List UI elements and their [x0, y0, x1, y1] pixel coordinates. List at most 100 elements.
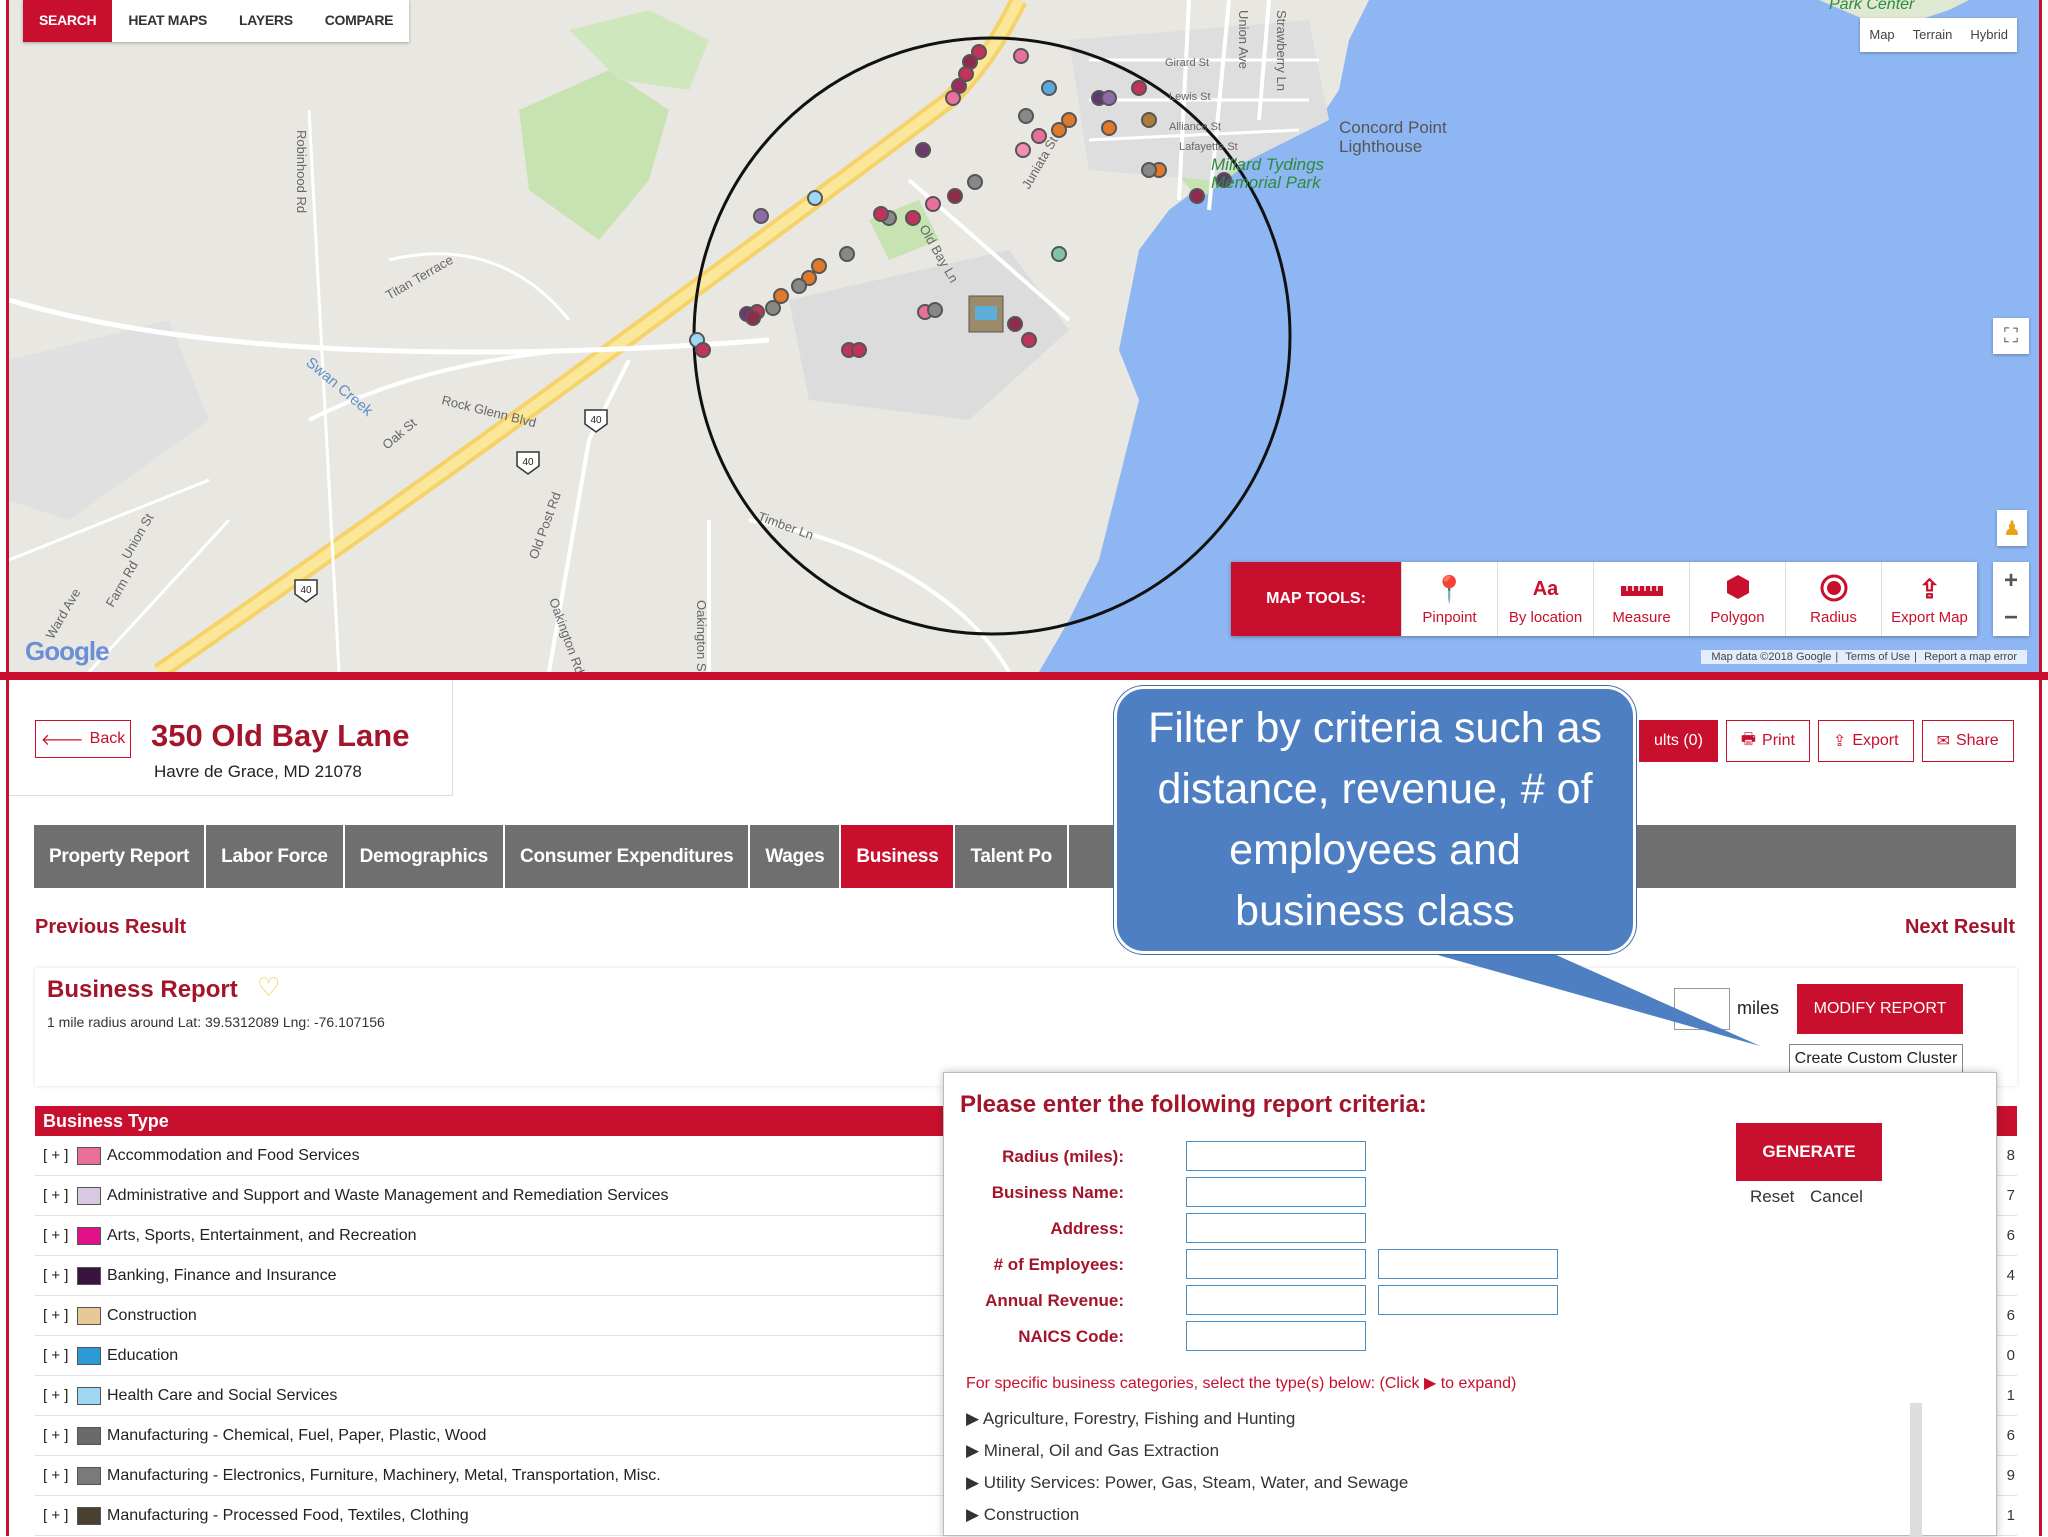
tool-radius[interactable]: Radius: [1785, 562, 1881, 636]
map-type-hybrid[interactable]: Hybrid: [1961, 18, 2017, 52]
field-label: Address:: [1050, 1219, 1124, 1238]
radius-input[interactable]: [1186, 1141, 1366, 1171]
radius-field: Radius (miles):: [944, 1141, 1644, 1177]
category-scrollbar[interactable]: [1910, 1403, 1922, 1537]
tool-polygon[interactable]: Polygon: [1689, 562, 1785, 636]
miles-input[interactable]: [1674, 988, 1730, 1030]
category-item[interactable]: ▶ Utility Services: Power, Gas, Steam, W…: [966, 1467, 1966, 1499]
expand-toggle[interactable]: [ + ]: [43, 1387, 77, 1404]
expand-toggle[interactable]: [ + ]: [43, 1187, 77, 1204]
tab-demographics[interactable]: Demographics: [345, 825, 506, 888]
tab-consumer-expenditures[interactable]: Consumer Expenditures: [505, 825, 751, 888]
svg-text:Alliance St: Alliance St: [1169, 121, 1221, 133]
business-type-label: Construction: [107, 1306, 197, 1324]
callout-bubble: Filter by criteria such as distance, rev…: [1114, 686, 1636, 954]
svg-text:Lewis St: Lewis St: [1169, 91, 1211, 103]
previous-result-link[interactable]: Previous Result: [35, 916, 186, 939]
generate-button[interactable]: GENERATE: [1736, 1123, 1882, 1181]
svg-text:Girard St: Girard St: [1165, 57, 1209, 69]
report-error-link[interactable]: Report a map error: [1924, 651, 2017, 663]
employees-max-input[interactable]: [1378, 1249, 1558, 1279]
print-label: Print: [1762, 732, 1795, 749]
expand-toggle[interactable]: [ + ]: [43, 1267, 77, 1284]
tab-heat-maps[interactable]: HEAT MAPS: [112, 0, 223, 42]
cancel-link[interactable]: Cancel: [1810, 1187, 1863, 1207]
fullscreen-icon[interactable]: ⛶: [1993, 318, 2029, 354]
tab-search[interactable]: SEARCH: [23, 0, 113, 42]
map-view[interactable]: 40 40 40 Timber Ln Rock Glenn Blvd Oak St …: [9, 0, 2039, 672]
category-item[interactable]: ▶ Mineral, Oil and Gas Extraction: [966, 1435, 1966, 1467]
back-label: Back: [89, 730, 126, 747]
row-count: 6: [2006, 1307, 2015, 1324]
svg-text:40: 40: [590, 415, 602, 426]
category-item[interactable]: ▶ Agriculture, Forestry, Fishing and Hun…: [966, 1403, 1966, 1435]
business-name-input[interactable]: [1186, 1177, 1366, 1207]
share-button[interactable]: ✉ Share: [1921, 720, 2014, 762]
naics-input[interactable]: [1186, 1321, 1366, 1351]
naics-field: NAICS Code:: [944, 1321, 1644, 1357]
expand-toggle[interactable]: [ + ]: [43, 1147, 77, 1164]
next-result-link[interactable]: Next Result: [1905, 916, 2015, 939]
zoom-out-icon[interactable]: −: [1993, 599, 2029, 636]
business-type-label: Health Care and Social Services: [107, 1386, 338, 1404]
tab-labor-force[interactable]: Labor Force: [206, 825, 345, 888]
expand-toggle[interactable]: [ + ]: [43, 1507, 77, 1524]
tab-compare[interactable]: COMPARE: [309, 0, 409, 42]
expand-toggle[interactable]: [ + ]: [43, 1227, 77, 1244]
tab-layers[interactable]: LAYERS: [223, 0, 309, 42]
tool-export-map[interactable]: ⇪ Export Map: [1881, 562, 1977, 636]
svg-text:Strawberry Ln: Strawberry Ln: [1274, 10, 1289, 91]
row-count: 8: [2006, 1147, 2015, 1164]
results-button[interactable]: ults (0): [1639, 720, 1718, 762]
export-button[interactable]: ⇪ Export: [1817, 720, 1914, 762]
color-swatch: [77, 1266, 101, 1285]
tab-wages[interactable]: Wages: [750, 825, 842, 888]
tab-property-report[interactable]: Property Report: [34, 825, 207, 888]
tab-talent-pool[interactable]: Talent Po: [955, 825, 1069, 888]
row-count: 4: [2006, 1267, 2015, 1284]
map-divider: [0, 672, 2048, 680]
color-swatch: [77, 1146, 101, 1165]
svg-text:40: 40: [300, 585, 312, 596]
field-label: Annual Revenue:: [985, 1291, 1124, 1310]
create-custom-cluster-button[interactable]: Create Custom Cluster: [1789, 1044, 1963, 1074]
print-button[interactable]: 🖶 Print: [1725, 720, 1810, 762]
tool-pinpoint[interactable]: 📍 Pinpoint: [1401, 562, 1497, 636]
row-count: 6: [2006, 1427, 2015, 1444]
expand-toggle[interactable]: [ + ]: [43, 1427, 77, 1444]
expand-toggle[interactable]: [ + ]: [43, 1307, 77, 1324]
heart-icon[interactable]: ♡: [257, 972, 280, 1003]
zoom-in-icon[interactable]: +: [1993, 562, 2029, 599]
svg-text:Union Ave: Union Ave: [1236, 10, 1251, 69]
map-tools-label: MAP TOOLS:: [1231, 562, 1401, 636]
expand-toggle[interactable]: [ + ]: [43, 1347, 77, 1364]
ruler-icon: [1620, 573, 1663, 605]
google-logo: Google: [25, 636, 110, 666]
property-address: 350 Old Bay Lane: [151, 718, 410, 753]
property-city-state: Havre de Grace, MD 21078: [154, 762, 362, 781]
back-button[interactable]: 🡐 Back: [35, 720, 131, 758]
expand-toggle[interactable]: [ + ]: [43, 1467, 77, 1484]
tool-by-location[interactable]: Aa By location: [1497, 562, 1593, 636]
business-type-label: Arts, Sports, Entertainment, and Recreat…: [107, 1226, 417, 1244]
row-count: 7: [2006, 1187, 2015, 1204]
tool-measure[interactable]: Measure: [1593, 562, 1689, 636]
tab-business[interactable]: Business: [841, 825, 956, 888]
category-item[interactable]: ▶ Construction: [966, 1499, 1966, 1531]
tool-label: Polygon: [1710, 608, 1765, 626]
row-count: 6: [2006, 1227, 2015, 1244]
modify-report-button[interactable]: MODIFY REPORT: [1797, 984, 1963, 1034]
terms-link[interactable]: Terms of Use: [1845, 651, 1910, 663]
revenue-min-input[interactable]: [1186, 1285, 1366, 1315]
hexagon-icon: [1724, 573, 1752, 605]
row-count: 1: [2006, 1387, 2015, 1404]
address-input[interactable]: [1186, 1213, 1366, 1243]
employees-min-input[interactable]: [1186, 1249, 1366, 1279]
revenue-max-input[interactable]: [1378, 1285, 1558, 1315]
street-view-pegman-icon[interactable]: ♟: [1997, 510, 2027, 546]
reset-link[interactable]: Reset: [1750, 1187, 1794, 1207]
miles-label: miles: [1737, 998, 1780, 1018]
business-type-label: Education: [107, 1346, 179, 1364]
map-type-terrain[interactable]: Terrain: [1904, 18, 1962, 52]
map-type-map[interactable]: Map: [1860, 18, 1903, 52]
